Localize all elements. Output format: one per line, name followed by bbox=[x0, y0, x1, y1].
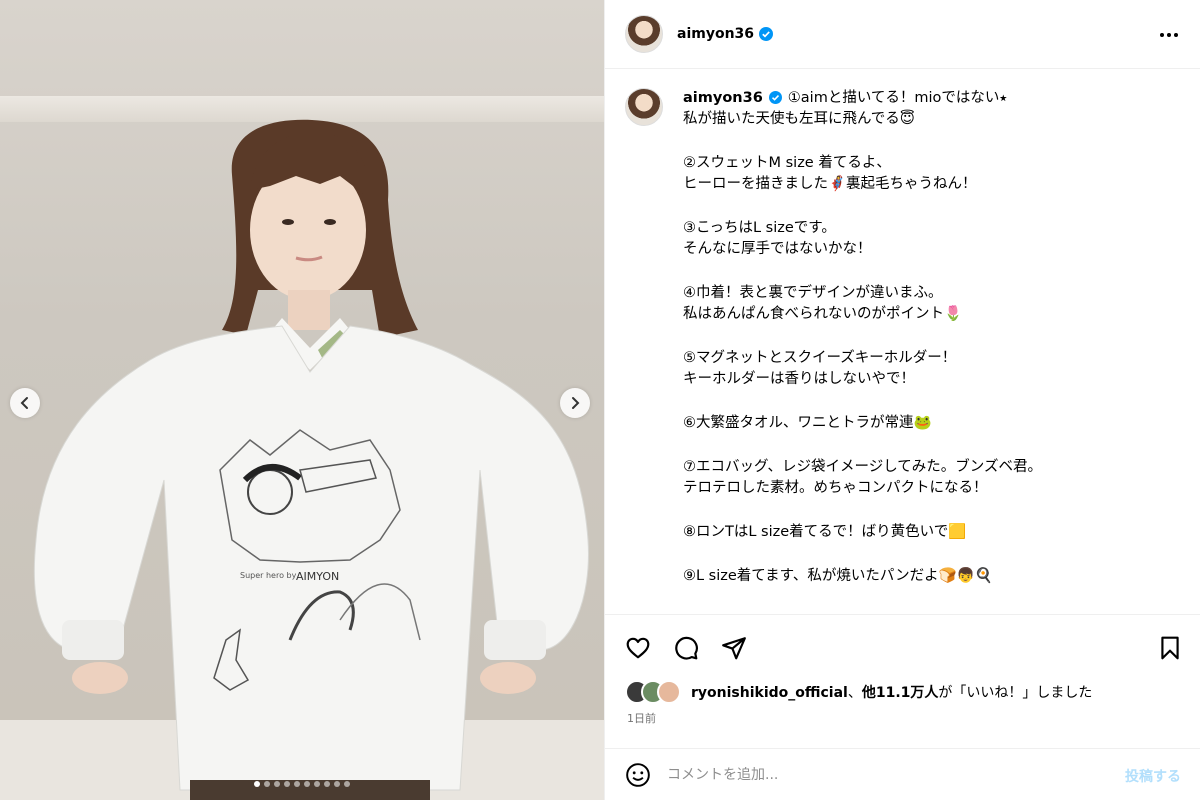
caption-avatar[interactable] bbox=[625, 88, 663, 126]
carousel-dot bbox=[314, 781, 320, 787]
likes-suffix: が「いいね！」しました bbox=[938, 685, 1093, 701]
smiley-icon bbox=[626, 762, 650, 787]
header-username[interactable]: aimyon36 bbox=[677, 26, 754, 42]
caption-line: ⑤マグネットとスクイーズキーホルダー！ bbox=[683, 350, 957, 366]
share-button[interactable] bbox=[719, 633, 749, 663]
post-header: aimyon36 bbox=[605, 0, 1200, 69]
caption-username[interactable]: aimyon36 bbox=[683, 90, 763, 106]
chevron-left-icon bbox=[20, 397, 28, 409]
carousel-dot bbox=[284, 781, 290, 787]
comment-button[interactable] bbox=[671, 633, 701, 663]
caption-line: ⑥大繁盛タオル、ワニとトラが常連🐸 bbox=[683, 415, 932, 431]
carousel-dot bbox=[334, 781, 340, 787]
comment-input[interactable] bbox=[667, 766, 1087, 783]
carousel-dot bbox=[274, 781, 280, 787]
carousel-dot bbox=[294, 781, 300, 787]
likes-summary: ryonishikido_official、他11.1万人が「いいね！」しました bbox=[625, 680, 1092, 704]
carousel-dot bbox=[324, 781, 330, 787]
avatar bbox=[657, 680, 681, 704]
post-timestamp[interactable]: 1日前 bbox=[627, 710, 656, 726]
caption-line: 私が描いた天使も左耳に飛んでる😇 bbox=[683, 111, 915, 127]
post-comment-button[interactable]: 投稿する bbox=[1125, 766, 1181, 786]
paper-plane-icon bbox=[722, 637, 746, 660]
action-bar bbox=[605, 614, 1200, 674]
caption-line: ⑦エコバッグ、レジ袋イメージしてみた。ブンズベ君。 bbox=[683, 459, 1042, 475]
likes-count[interactable]: 他11.1万人 bbox=[862, 685, 939, 701]
post-side-panel: aimyon36 aimyon36 ①aimと描いてる！mioではない⭑ 私が描… bbox=[604, 0, 1200, 800]
caption-line: ③こっちはL sizeです。 bbox=[683, 220, 836, 236]
liker-avatars bbox=[625, 680, 691, 704]
caption-line: そんなに厚手ではないかな！ bbox=[683, 241, 872, 257]
caption-text: aimyon36 ①aimと描いてる！mioではない⭑ 私が描いた天使も左耳に飛… bbox=[683, 88, 1163, 587]
svg-text:Super hero by: Super hero by bbox=[240, 571, 297, 580]
carousel-prev-button[interactable] bbox=[10, 388, 40, 418]
verified-badge-icon bbox=[759, 27, 774, 41]
caption-line: ⑧ロンTはL size着てるで！ばり黄色いで🟨 bbox=[683, 524, 967, 540]
carousel-dot bbox=[344, 781, 350, 787]
caption-line: ④巾着！表と裏でデザインが違いまふ。 bbox=[683, 285, 943, 301]
caption-line: テロテロした素材。めちゃコンパクトになる！ bbox=[683, 480, 988, 496]
carousel-dot bbox=[254, 781, 260, 787]
post-photo[interactable]: Super hero by AIMYON bbox=[0, 0, 604, 800]
liker-username[interactable]: ryonishikido_official bbox=[691, 685, 848, 701]
svg-text:AIMYON: AIMYON bbox=[296, 570, 339, 583]
caption-area: aimyon36 ①aimと描いてる！mioではない⭑ 私が描いた天使も左耳に飛… bbox=[605, 70, 1200, 613]
carousel-next-button[interactable] bbox=[560, 388, 590, 418]
heart-icon bbox=[626, 637, 650, 659]
save-button[interactable] bbox=[1155, 633, 1185, 663]
caption-line: ②スウェットM size 着てるよ、 bbox=[683, 155, 891, 171]
more-dots-icon bbox=[1160, 33, 1178, 37]
speech-bubble-icon bbox=[675, 636, 698, 660]
carousel-indicator bbox=[0, 781, 604, 787]
chevron-right-icon bbox=[572, 397, 580, 409]
bookmark-icon bbox=[1161, 636, 1179, 660]
avatar[interactable] bbox=[625, 15, 663, 53]
person-photo: Super hero by AIMYON bbox=[33, 119, 589, 800]
carousel-dot bbox=[304, 781, 310, 787]
more-options-button[interactable] bbox=[1157, 26, 1181, 48]
verified-badge-icon bbox=[768, 91, 782, 104]
caption-line: ⑨L size着てます、私が焼いたパンだよ🍞👦🍳 bbox=[683, 568, 993, 584]
emoji-button[interactable] bbox=[625, 762, 651, 788]
caption-line: ①aimと描いてる！mioではない⭑ bbox=[787, 90, 1008, 106]
caption-line: 私はあんぱん食べられないのがポイント🌷 bbox=[683, 306, 963, 322]
carousel-dot bbox=[264, 781, 270, 787]
caption-line: キーホルダーは香りはしないやで！ bbox=[683, 371, 915, 387]
comment-bar: 投稿する bbox=[605, 748, 1200, 800]
caption-line: ヒーローを描きました🦸‍♀️裏起毛ちゃうねん！ bbox=[683, 176, 977, 192]
like-button[interactable] bbox=[623, 633, 653, 663]
